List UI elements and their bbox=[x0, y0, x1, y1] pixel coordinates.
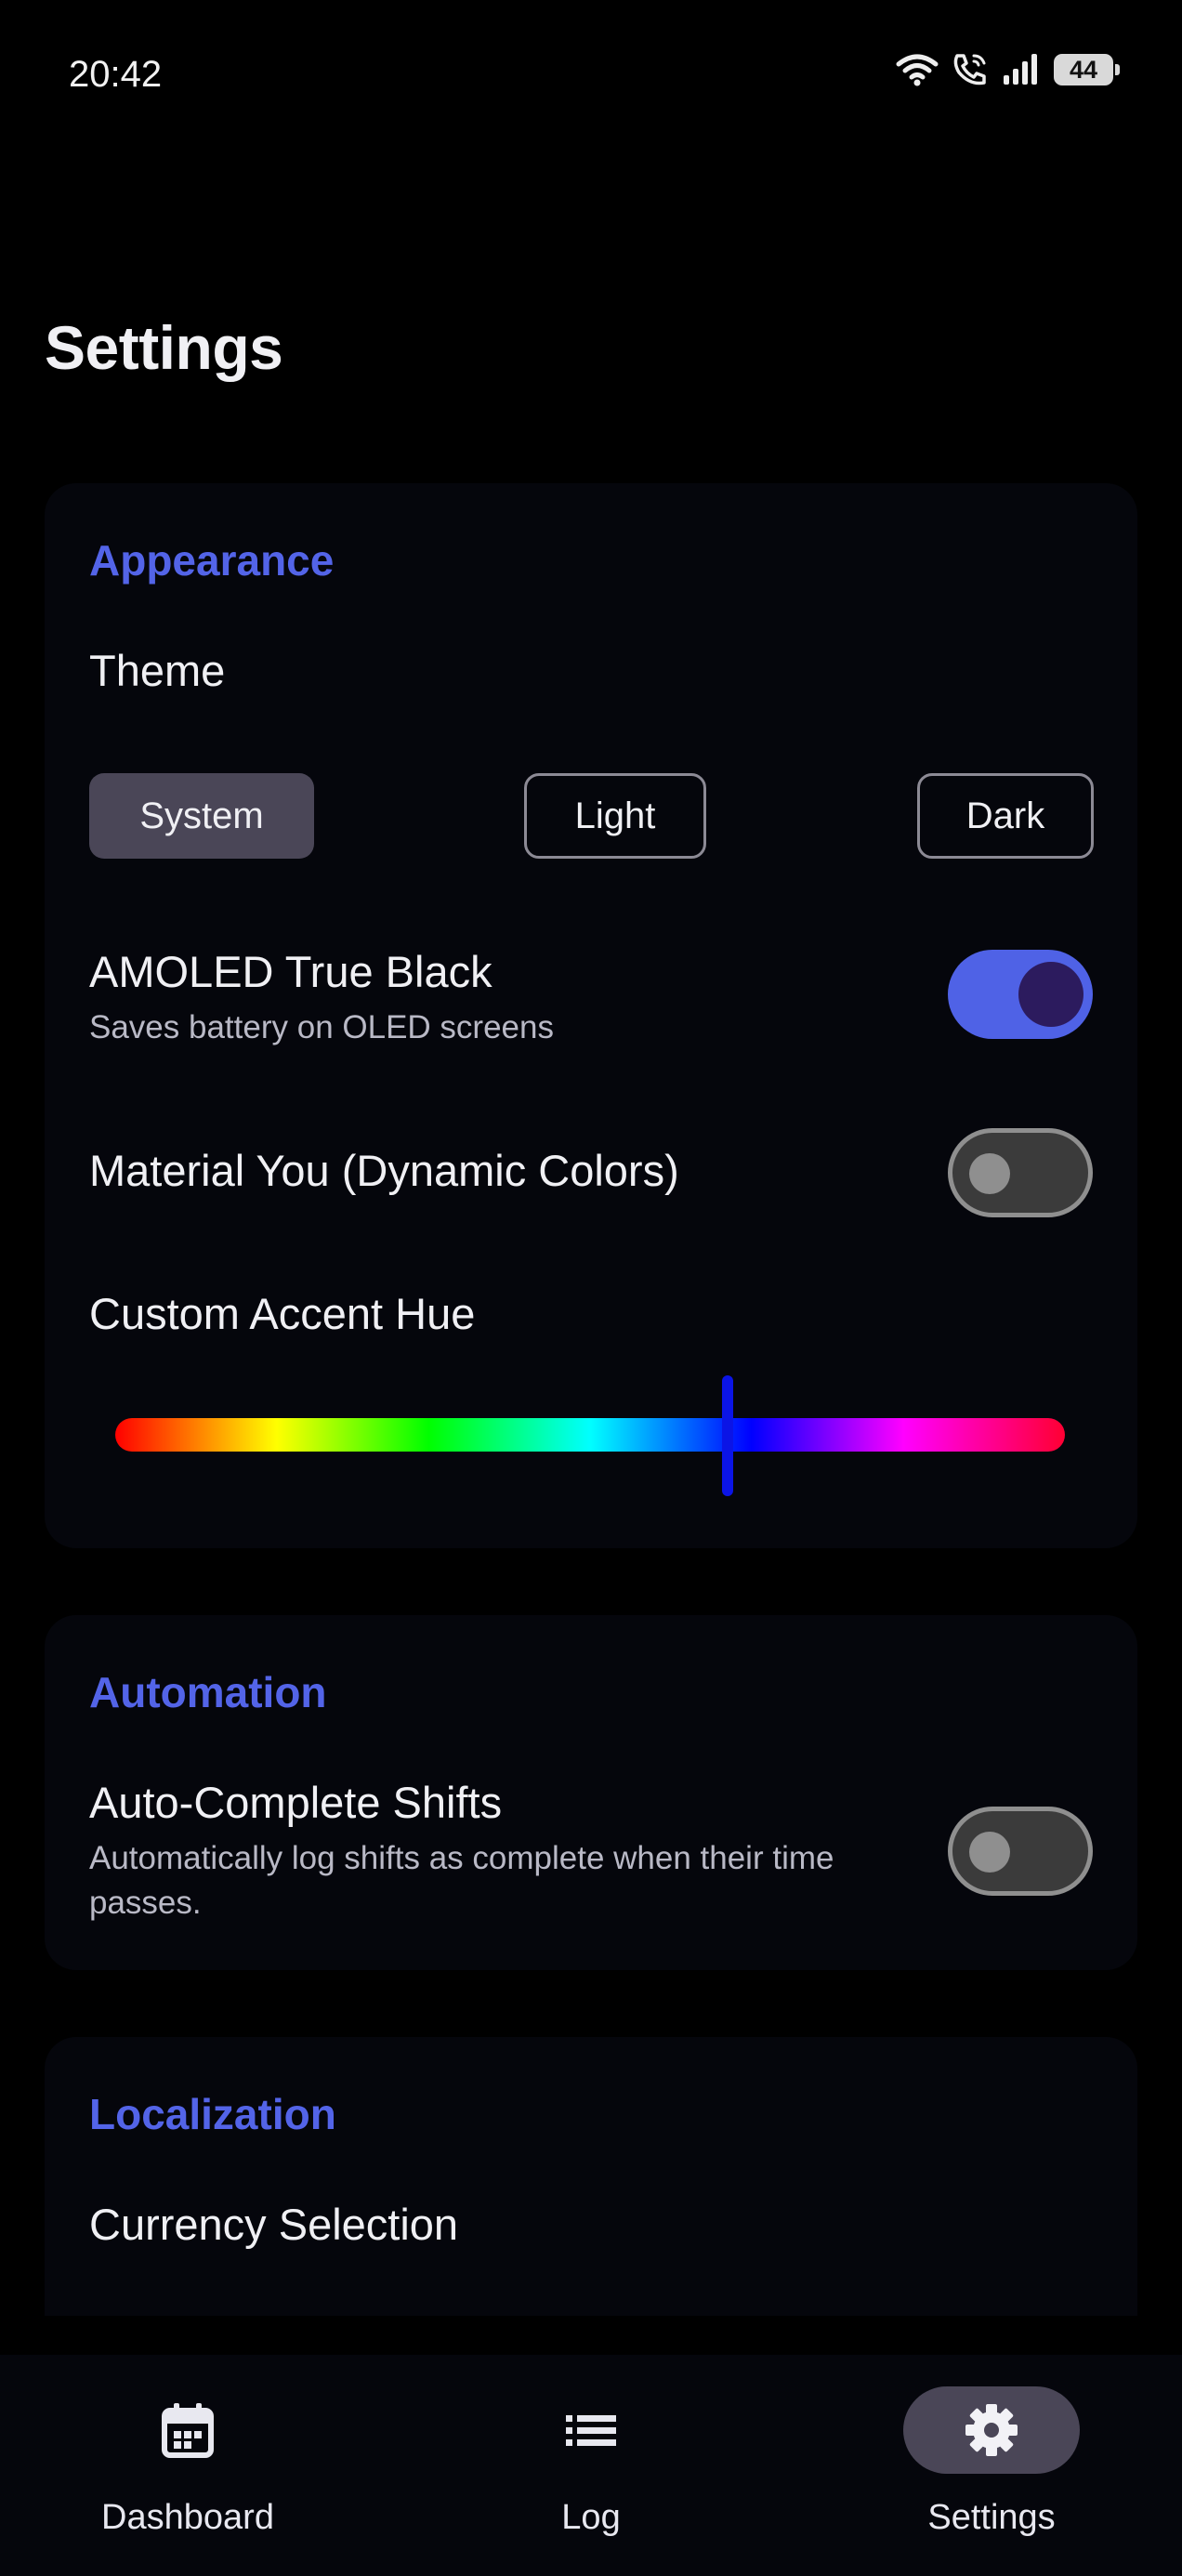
wifi-call-icon bbox=[953, 54, 986, 85]
nav-label-log: Log bbox=[561, 2498, 621, 2537]
material-you-toggle[interactable] bbox=[948, 1128, 1093, 1217]
toggle-knob bbox=[969, 1832, 1010, 1873]
status-icons: 44 bbox=[896, 52, 1120, 87]
auto-complete-subtitle-line1: Automatically log shifts as complete whe… bbox=[89, 1840, 834, 1876]
hue-track[interactable] bbox=[115, 1418, 1065, 1452]
toggle-knob bbox=[969, 1153, 1010, 1194]
currency-selection-label[interactable]: Currency Selection bbox=[89, 2199, 458, 2250]
automation-card: Automation Auto-Complete Shifts Automati… bbox=[45, 1615, 1137, 1970]
theme-light-button[interactable]: Light bbox=[524, 773, 706, 859]
accent-hue-label: Custom Accent Hue bbox=[89, 1289, 476, 1338]
list-icon bbox=[566, 2415, 616, 2446]
theme-label: Theme bbox=[89, 646, 226, 695]
nav-label-settings: Settings bbox=[927, 2498, 1056, 2537]
accent-hue-slider[interactable] bbox=[115, 1375, 1065, 1496]
appearance-card: Appearance Theme System Light Dark AMOLE… bbox=[45, 483, 1137, 1548]
material-you-label: Material You (Dynamic Colors) bbox=[89, 1146, 679, 1195]
gear-icon bbox=[965, 2404, 1018, 2456]
localization-section-title: Localization bbox=[89, 2090, 336, 2138]
localization-card: Localization Currency Selection bbox=[45, 2037, 1137, 2316]
status-bar: 20:42 44 bbox=[0, 0, 1182, 158]
theme-system-button[interactable]: System bbox=[89, 773, 314, 859]
amoled-toggle[interactable] bbox=[948, 950, 1093, 1039]
calendar-icon bbox=[162, 2403, 214, 2458]
automation-section-title: Automation bbox=[89, 1668, 327, 1716]
auto-complete-subtitle-line2: passes. bbox=[89, 1885, 202, 1921]
amoled-label: AMOLED True Black bbox=[89, 947, 492, 996]
nav-label-dashboard: Dashboard bbox=[101, 2498, 274, 2537]
nav-item-dashboard[interactable]: Dashboard bbox=[48, 2386, 327, 2563]
hue-slider-thumb[interactable] bbox=[722, 1375, 734, 1496]
status-time: 20:42 bbox=[69, 54, 163, 95]
toggle-knob bbox=[1018, 962, 1084, 1027]
auto-complete-label: Auto-Complete Shifts bbox=[89, 1778, 503, 1827]
bottom-navigation: Dashboard Log Settings bbox=[0, 2355, 1182, 2576]
page-title: Settings bbox=[45, 313, 283, 382]
amoled-subtitle: Saves battery on OLED screens bbox=[89, 1009, 554, 1045]
auto-complete-toggle[interactable] bbox=[948, 1807, 1093, 1896]
battery-icon: 44 bbox=[1054, 54, 1120, 85]
nav-item-log[interactable]: Log bbox=[452, 2386, 730, 2563]
theme-dark-button[interactable]: Dark bbox=[917, 773, 1094, 859]
signal-icon bbox=[1004, 54, 1037, 85]
appearance-section-title: Appearance bbox=[89, 536, 335, 585]
nav-item-settings[interactable]: Settings bbox=[852, 2386, 1131, 2563]
wifi-icon bbox=[896, 54, 939, 86]
